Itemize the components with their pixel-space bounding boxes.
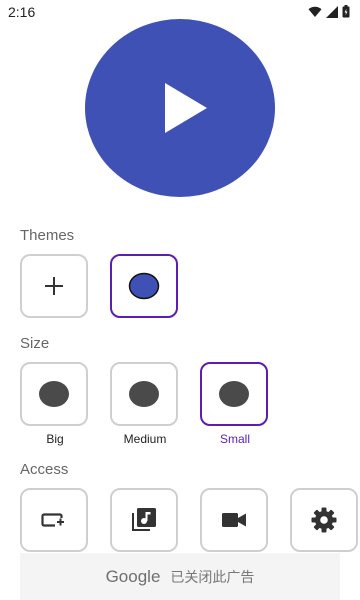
size-big-button[interactable] (20, 362, 88, 426)
size-small-button[interactable] (200, 362, 268, 426)
signal-icon (326, 5, 338, 18)
play-icon (165, 83, 207, 133)
access-video-button[interactable] (200, 488, 268, 552)
ad-closed-text: 已关闭此广告 (170, 568, 255, 585)
size-label: Size (20, 335, 50, 352)
play-button[interactable] (85, 19, 275, 197)
size-medium-button[interactable] (110, 362, 178, 426)
wifi-icon (308, 6, 322, 17)
themes-label: Themes (20, 227, 75, 244)
plus-icon (45, 277, 63, 295)
size-dot (219, 381, 249, 407)
status-icons (308, 5, 350, 18)
screen-add-icon (41, 513, 66, 527)
ad-google-logo: Google (105, 566, 161, 586)
music-library-icon (132, 508, 156, 531)
add-theme-button[interactable] (20, 254, 88, 318)
size-dot (129, 381, 159, 407)
theme-swatch-blue[interactable] (110, 254, 178, 318)
ad-banner[interactable]: Google 已关闭此广告 (20, 553, 340, 600)
access-label: Access (20, 461, 69, 478)
size-medium-caption: Medium (123, 432, 167, 446)
video-camera-icon (222, 513, 246, 527)
color-dot (128, 272, 160, 300)
access-settings-button[interactable] (290, 488, 358, 552)
size-dot (39, 381, 69, 407)
gear-icon (311, 507, 337, 533)
size-small-caption: Small (219, 432, 250, 446)
access-screen-button[interactable] (20, 488, 88, 552)
status-time: 2:16 (8, 4, 36, 20)
access-music-button[interactable] (110, 488, 178, 552)
battery-icon (342, 5, 350, 18)
size-big-caption: Big (46, 432, 64, 446)
